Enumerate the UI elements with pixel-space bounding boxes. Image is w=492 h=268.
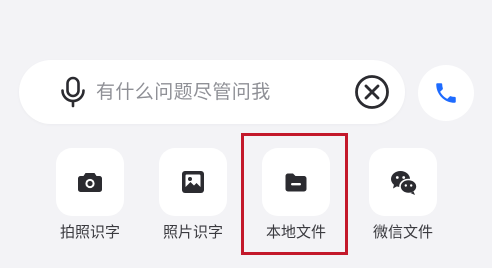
tool-tile[interactable] (56, 148, 124, 216)
camera-icon (78, 173, 102, 192)
image-icon (182, 171, 204, 193)
tool-label: 本地文件 (265, 223, 326, 241)
clear-input-icon[interactable] (352, 72, 392, 112)
microphone-icon[interactable] (55, 74, 91, 110)
wechat-icon (391, 171, 418, 195)
tool-photo-ocr[interactable]: 照片识字 (148, 148, 238, 252)
tool-label: 拍照识字 (59, 223, 120, 241)
tool-local-file[interactable]: 本地文件 (251, 148, 341, 252)
tool-tile[interactable] (369, 148, 437, 216)
chat-input-bar[interactable]: 有什么问题尽管问我 (19, 60, 405, 124)
voice-call-button[interactable] (418, 65, 474, 121)
phone-icon (436, 83, 456, 103)
tool-camera-ocr[interactable]: 拍照识字 (45, 148, 135, 252)
tool-tile[interactable] (159, 148, 227, 216)
tool-tile[interactable] (262, 148, 330, 216)
input-placeholder[interactable]: 有什么问题尽管问我 (96, 78, 271, 106)
tool-label: 微信文件 (372, 223, 433, 241)
tool-label: 照片识字 (162, 223, 223, 241)
folder-icon (285, 173, 307, 192)
tool-wechat-file[interactable]: 微信文件 (358, 148, 448, 252)
